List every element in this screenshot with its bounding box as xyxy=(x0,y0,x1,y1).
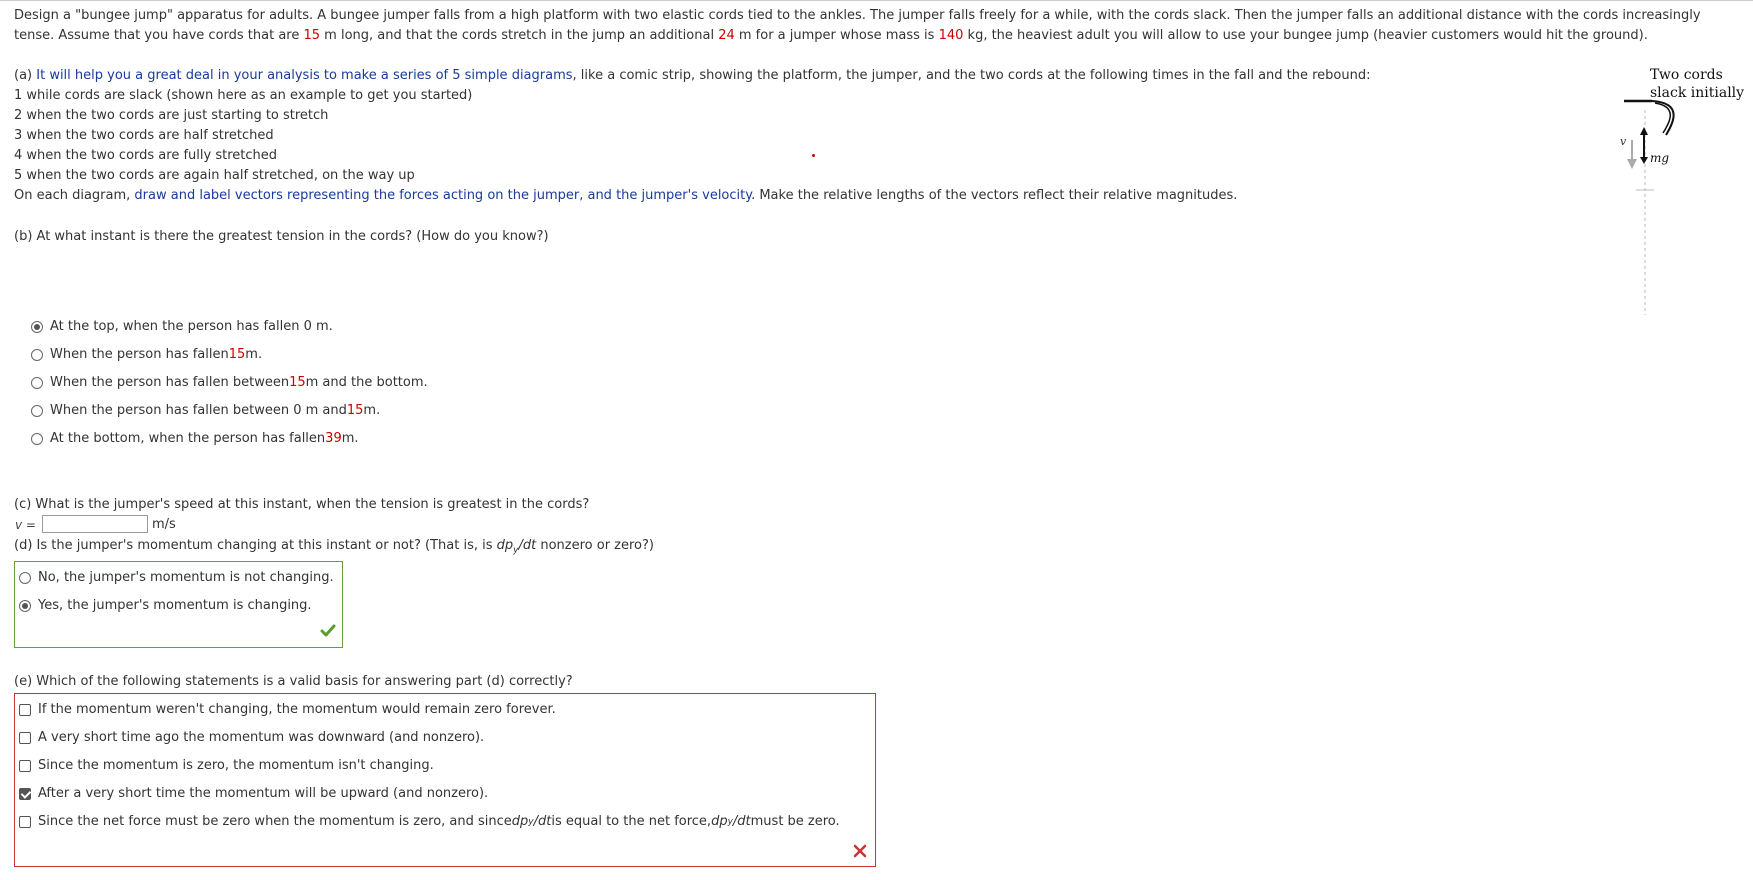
part-b-question: (b) At what instant is there the greates… xyxy=(14,229,549,244)
option-label: When the person has fallen between xyxy=(50,375,290,390)
cord-length-value: 15 xyxy=(303,28,321,43)
mass-value: 140 xyxy=(938,28,964,43)
option-label: No, the jumper's momentum is not changin… xyxy=(38,570,334,585)
part-b-option-5[interactable]: At the bottom, when the person has falle… xyxy=(31,431,359,446)
part-e-question: (e) Which of the following statements is… xyxy=(14,674,573,689)
part-e-option-5[interactable]: Since the net force must be zero when th… xyxy=(19,814,840,829)
figure-caption-1: Two cords xyxy=(1650,67,1723,83)
option-label: Yes, the jumper's momentum is changing. xyxy=(38,598,312,613)
part-e-answer-box xyxy=(14,693,876,867)
checkbox[interactable] xyxy=(19,815,31,828)
part-d-question: (d) Is the jumper's momentum changing at… xyxy=(14,538,654,556)
radio-button[interactable] xyxy=(31,376,43,389)
speed-var-label: v = xyxy=(15,518,36,532)
checkbox[interactable] xyxy=(19,787,31,800)
option-label: A very short time ago the momentum was d… xyxy=(38,730,485,745)
dp-symbol: dp xyxy=(711,814,728,829)
part-a-item-1: 1 while cords are slack (shown here as a… xyxy=(14,88,473,103)
option-value: 15 xyxy=(346,403,364,418)
stretch-value: 24 xyxy=(718,28,735,43)
instr-prefix: On each diagram, xyxy=(14,188,135,203)
intro-text: m for a jumper whose mass is xyxy=(734,28,939,43)
checkbox[interactable] xyxy=(19,759,31,772)
dt-symbol: /dt xyxy=(732,814,751,829)
option-label: If the momentum weren't changing, the mo… xyxy=(38,702,556,717)
option-label-suffix: m. xyxy=(245,347,263,362)
diagram-hint-link[interactable]: It will help you a great deal in your an… xyxy=(36,68,572,83)
option-label: At the bottom, when the person has falle… xyxy=(50,431,326,446)
part-e-option-4[interactable]: After a very short time the momentum wil… xyxy=(19,786,488,801)
radio-button[interactable] xyxy=(31,348,43,361)
v-label: v xyxy=(1620,135,1627,148)
part-a-instructions: On each diagram, draw and label vectors … xyxy=(14,186,1237,206)
intro-text: tense. Assume that you have cords that a… xyxy=(14,28,304,43)
mg-label: mg xyxy=(1650,151,1669,165)
part-a-item-5: 5 when the two cords are again half stre… xyxy=(14,168,415,183)
dp-symbol: dp xyxy=(496,538,514,553)
cord-2 xyxy=(1654,102,1671,134)
correct-check-icon xyxy=(320,624,336,637)
part-a-item-2: 2 when the two cords are just starting t… xyxy=(14,108,329,123)
red-dot-marker xyxy=(812,154,815,157)
option-label-suffix: must be zero. xyxy=(750,814,840,829)
option-label: At the top, when the person has fallen 0… xyxy=(50,319,333,334)
part-b-option-1[interactable]: At the top, when the person has fallen 0… xyxy=(31,319,333,334)
mg-arrowhead xyxy=(1640,157,1648,164)
radio-button[interactable] xyxy=(19,571,31,584)
part-a-item-4: 4 when the two cords are fully stretched xyxy=(14,148,277,163)
intro-text: Design a "bungee jump" apparatus for adu… xyxy=(14,8,1701,23)
part-d-option-2[interactable]: Yes, the jumper's momentum is changing. xyxy=(19,598,312,613)
bungee-figure: v mg xyxy=(1620,99,1675,315)
radio-button[interactable] xyxy=(31,320,43,333)
speed-unit: m/s xyxy=(152,517,176,532)
intro-text: m long, and that the cords stretch in th… xyxy=(320,28,719,43)
question-text: (d) Is the jumper's momentum changing at… xyxy=(14,538,497,553)
checkbox[interactable] xyxy=(19,731,31,744)
dp-symbol: dp xyxy=(511,814,529,829)
option-label-suffix: m. xyxy=(363,403,381,418)
part-b-option-2[interactable]: When the person has fallen 15 m. xyxy=(31,347,262,362)
intro-line-2: tense. Assume that you have cords that a… xyxy=(14,26,1648,46)
intro-line-1: Design a "bungee jump" apparatus for adu… xyxy=(14,6,1701,26)
option-value: 15 xyxy=(289,375,306,390)
option-label-suffix: m. xyxy=(341,431,359,446)
part-e-option-1[interactable]: If the momentum weren't changing, the mo… xyxy=(19,702,556,717)
option-label: Since the momentum is zero, the momentum… xyxy=(38,758,434,773)
tension-arrowhead xyxy=(1640,127,1648,135)
part-e-option-2[interactable]: A very short time ago the momentum was d… xyxy=(19,730,484,745)
part-d-option-1[interactable]: No, the jumper's momentum is not changin… xyxy=(19,570,334,585)
part-a-suffix: , like a comic strip, showing the platfo… xyxy=(572,68,1371,83)
instr-suffix: . Make the relative lengths of the vecto… xyxy=(751,188,1238,203)
part-a-question: (a) It will help you a great deal in you… xyxy=(14,66,1371,86)
vector-hint-link[interactable]: draw and label vectors representing the … xyxy=(134,188,751,203)
velocity-arrowhead xyxy=(1627,159,1637,169)
part-c-question: (c) What is the jumper's speed at this i… xyxy=(14,497,590,512)
part-b-option-3[interactable]: When the person has fallen between 15 m … xyxy=(31,375,428,390)
option-label: When the person has fallen xyxy=(50,347,229,362)
option-value: 15 xyxy=(228,347,246,362)
part-a-prefix: (a) xyxy=(14,68,37,83)
option-label: When the person has fallen between 0 m a… xyxy=(50,403,347,418)
dt-symbol: /dt xyxy=(518,538,537,553)
part-b-option-4[interactable]: When the person has fallen between 0 m a… xyxy=(31,403,380,418)
part-a-item-3: 3 when the two cords are half stretched xyxy=(14,128,274,143)
option-label: Since the net force must be zero when th… xyxy=(38,814,512,829)
radio-button[interactable] xyxy=(31,404,43,417)
option-label: After a very short time the momentum wil… xyxy=(38,786,489,801)
option-value: 39 xyxy=(325,431,342,446)
radio-button[interactable] xyxy=(31,432,43,445)
option-label-suffix: m and the bottom. xyxy=(305,375,428,390)
dt-symbol: /dt xyxy=(533,814,552,829)
question-text: nonzero or zero?) xyxy=(536,538,654,553)
incorrect-x-icon xyxy=(853,844,867,858)
radio-button[interactable] xyxy=(19,599,31,612)
checkbox[interactable] xyxy=(19,703,31,716)
option-label-mid: is equal to the net force, xyxy=(551,814,712,829)
speed-input[interactable] xyxy=(42,515,148,533)
intro-text: kg, the heaviest adult you will allow to… xyxy=(963,28,1648,43)
part-e-option-3[interactable]: Since the momentum is zero, the momentum… xyxy=(19,758,434,773)
top-divider xyxy=(0,0,1753,1)
